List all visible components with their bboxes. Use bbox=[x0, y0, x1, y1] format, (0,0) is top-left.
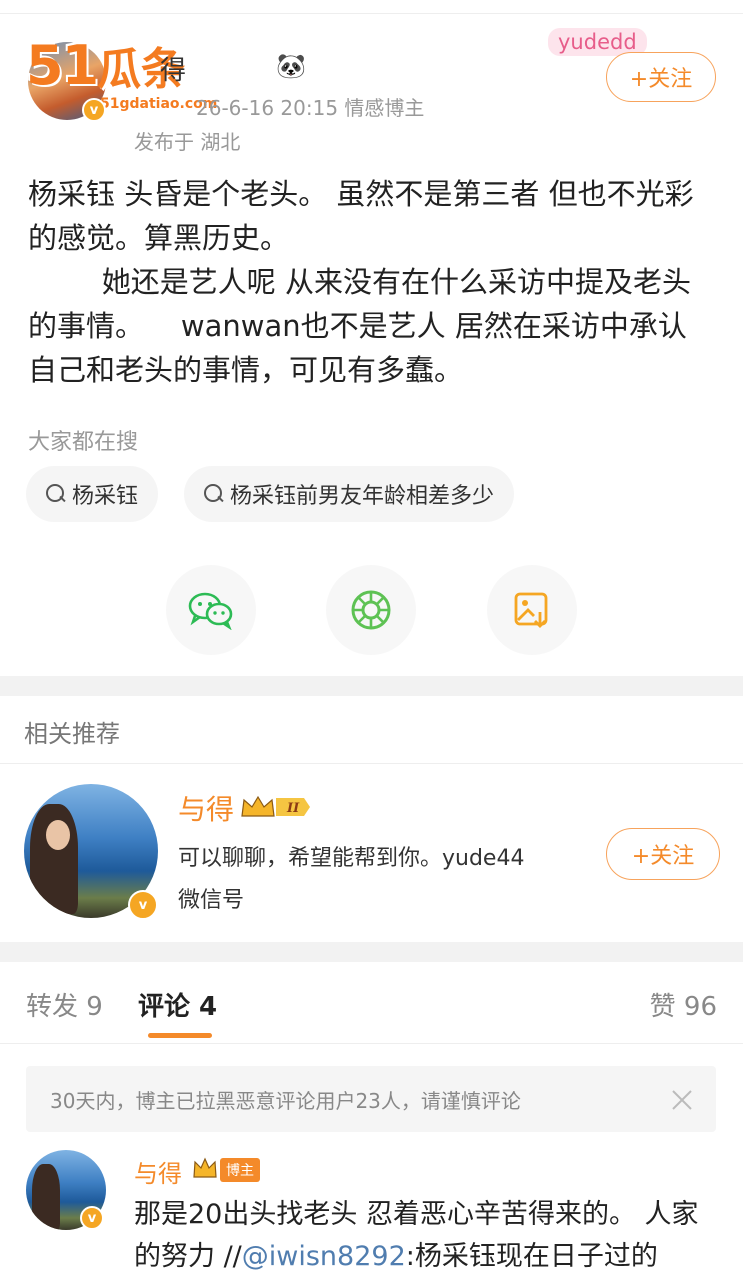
author-tag: 博主 bbox=[220, 1158, 260, 1182]
commenter-name[interactable]: 与得 bbox=[134, 1154, 182, 1189]
top-divider bbox=[0, 0, 743, 14]
active-tab-indicator bbox=[148, 1033, 212, 1038]
post-meta: 26-6-16 20:15 情感博主 bbox=[196, 96, 425, 120]
recommend-title: 相关推荐 bbox=[24, 720, 120, 748]
verified-badge-icon: v bbox=[128, 890, 158, 920]
mention-link[interactable]: @iwisn8292 bbox=[242, 1241, 406, 1272]
post-location: 发布于 湖北 bbox=[134, 130, 241, 154]
share-moments-button[interactable] bbox=[326, 565, 416, 655]
post-line: 她还是艺人呢 从来没有在什么采访中提及老头 bbox=[28, 265, 691, 299]
search-chip[interactable]: 杨采钰 bbox=[26, 466, 159, 522]
level-label: II bbox=[286, 801, 300, 816]
follow-button[interactable]: +关注 bbox=[606, 52, 716, 102]
search-chip-label: 杨采钰 bbox=[72, 484, 139, 509]
divider bbox=[0, 763, 743, 764]
hot-search-label: 大家都在搜 bbox=[28, 430, 139, 455]
panda-emoji-icon: 🐼 bbox=[276, 52, 306, 80]
follow-button[interactable]: +关注 bbox=[606, 828, 720, 880]
author-name[interactable]: 得 bbox=[160, 50, 186, 87]
search-icon bbox=[46, 484, 66, 504]
post-line: 的事情。 wanwan也不是艺人 居然在采访中承认 bbox=[28, 309, 687, 343]
recommend-name[interactable]: 与得 bbox=[178, 788, 234, 828]
save-image-icon bbox=[514, 592, 548, 628]
interaction-tabs: 转发 9 评论 4 赞 96 bbox=[0, 962, 743, 1044]
comment-notice: 30天内，博主已拉黑恶意评论用户23人，请谨慎评论 bbox=[26, 1066, 716, 1132]
share-wechat-button[interactable] bbox=[166, 565, 256, 655]
section-divider bbox=[0, 942, 743, 962]
post-line: 自己和老头的事情，可见有多蠢。 bbox=[28, 353, 464, 387]
tab-repost[interactable]: 转发 9 bbox=[26, 986, 103, 1023]
wechat-icon bbox=[188, 592, 233, 630]
verified-badge-icon: v bbox=[80, 1206, 104, 1230]
section-divider bbox=[0, 676, 743, 696]
recommend-desc: 微信号 bbox=[178, 888, 245, 913]
level-crown-icon: II bbox=[241, 795, 310, 817]
verified-badge-icon: v bbox=[82, 98, 106, 122]
tab-comment[interactable]: 评论 4 bbox=[138, 986, 217, 1023]
post-line: 的感觉。算黑历史。 bbox=[28, 221, 290, 255]
search-chip-label: 杨采钰前男友年龄相差多少 bbox=[230, 484, 495, 509]
comment-text: 那是20出头找老头 忍着恶心辛苦得来的。 人家的努力 //@iwisn8292:… bbox=[134, 1199, 699, 1272]
search-icon bbox=[204, 484, 224, 504]
post-body: 杨采钰 头昏是个老头。 虽然不是第三者 但也不光彩 的感觉。算黑历史。 她还是艺… bbox=[28, 172, 718, 392]
save-image-button[interactable] bbox=[487, 565, 577, 655]
moments-icon bbox=[351, 590, 391, 630]
post-line: 杨采钰 头昏是个老头。 虽然不是第三者 但也不光彩 bbox=[28, 177, 694, 211]
level-crown-icon bbox=[193, 1157, 217, 1178]
tab-like[interactable]: 赞 96 bbox=[650, 986, 717, 1023]
recommend-desc: 可以聊聊，希望能帮到你。yude44 bbox=[178, 846, 525, 871]
close-icon[interactable] bbox=[666, 1084, 698, 1116]
search-chip[interactable]: 杨采钰前男友年龄相差多少 bbox=[184, 466, 515, 522]
